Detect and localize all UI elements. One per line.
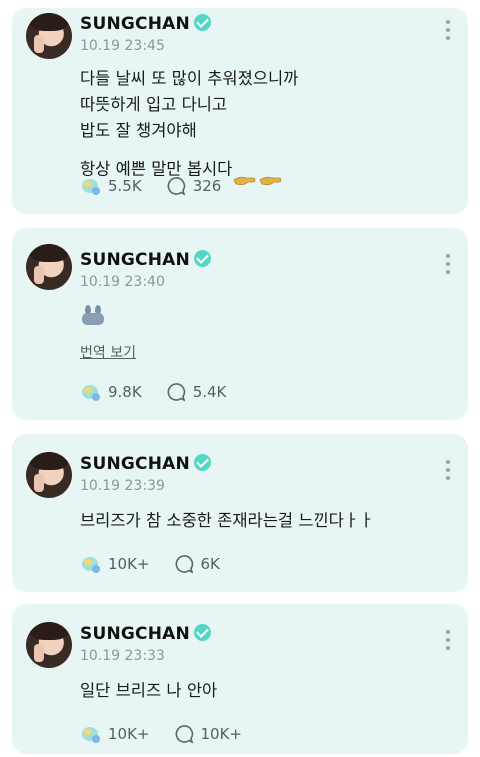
- post-stats: 9.8K 5.4K: [80, 380, 250, 404]
- comment-stat[interactable]: 10K+: [174, 724, 243, 744]
- author-name-text: SUNGCHAN: [80, 624, 190, 644]
- post-text: 일단 브리즈 나 안아: [80, 681, 218, 700]
- author-name[interactable]: SUNGCHAN: [80, 454, 211, 474]
- verified-badge-icon: [193, 250, 211, 267]
- author-name[interactable]: SUNGCHAN: [80, 14, 211, 34]
- post-card[interactable]: SUNGCHAN 10.19 23:33 일단 브리즈 나 안아 10K+ 10…: [12, 604, 468, 754]
- comment-bubble-icon: [167, 177, 185, 196]
- verified-badge-icon: [193, 454, 211, 471]
- avatar[interactable]: [26, 244, 72, 290]
- comment-stat[interactable]: 5.4K: [166, 382, 227, 402]
- bubble-heart-icon: [82, 179, 100, 195]
- post-card[interactable]: SUNGCHAN 10.19 23:45 다들 날씨 또 많이 추워졌으니까 따…: [12, 8, 468, 214]
- comment-bubble-icon: [167, 383, 185, 402]
- like-stat[interactable]: 5.5K: [80, 175, 142, 197]
- comment-count: 6K: [200, 555, 220, 573]
- verified-badge-icon: [193, 624, 211, 641]
- comment-count: 10K+: [200, 725, 243, 743]
- author-name[interactable]: SUNGCHAN: [80, 250, 211, 270]
- like-stat[interactable]: 9.8K: [80, 381, 142, 403]
- verified-badge-icon: [193, 14, 211, 31]
- like-stat[interactable]: 10K+: [80, 723, 150, 745]
- post-time: 10.19 23:45: [80, 38, 165, 54]
- comment-count: 5.4K: [192, 383, 227, 401]
- post-stats: 10K+ 6K: [80, 552, 244, 576]
- like-stat[interactable]: 10K+: [80, 553, 150, 575]
- post-time: 10.19 23:40: [80, 274, 165, 290]
- post-stats: 10K+ 10K+: [80, 722, 266, 746]
- post-card[interactable]: SUNGCHAN 10.19 23:39 브리즈가 참 소중한 존재라는걸 느낀…: [12, 434, 468, 592]
- author-name-text: SUNGCHAN: [80, 14, 190, 34]
- like-count: 5.5K: [108, 177, 142, 195]
- comment-stat[interactable]: 6K: [174, 554, 220, 574]
- post-time: 10.19 23:39: [80, 478, 165, 494]
- like-count: 9.8K: [108, 383, 142, 401]
- translate-link[interactable]: 번역 보기: [80, 342, 136, 362]
- like-count: 10K+: [108, 555, 150, 573]
- post-text: 브리즈가 참 소중한 존재라는걸 느낀다ㅏㅏ: [80, 511, 375, 530]
- bunny-sticker: [82, 305, 104, 325]
- comment-stat[interactable]: 326: [166, 176, 222, 196]
- avatar[interactable]: [26, 13, 72, 59]
- author-name-text: SUNGCHAN: [80, 250, 190, 270]
- more-options-icon[interactable]: [446, 630, 450, 650]
- comment-bubble-icon: [175, 555, 193, 574]
- post-stats: 5.5K 326: [80, 174, 245, 198]
- like-count: 10K+: [108, 725, 150, 743]
- author-name[interactable]: SUNGCHAN: [80, 624, 211, 644]
- author-name-text: SUNGCHAN: [80, 454, 190, 474]
- bubble-heart-icon: [82, 557, 100, 573]
- post-time: 10.19 23:33: [80, 648, 165, 664]
- more-options-icon[interactable]: [446, 20, 450, 40]
- bubble-heart-icon: [82, 727, 100, 743]
- comment-bubble-icon: [175, 725, 193, 744]
- more-options-icon[interactable]: [446, 460, 450, 480]
- more-options-icon[interactable]: [446, 254, 450, 274]
- avatar[interactable]: [26, 622, 72, 668]
- comment-count: 326: [192, 177, 222, 195]
- bubble-heart-icon: [82, 385, 100, 401]
- avatar[interactable]: [26, 452, 72, 498]
- post-card[interactable]: SUNGCHAN 10.19 23:40 번역 보기 9.8K 5.4K: [12, 228, 468, 420]
